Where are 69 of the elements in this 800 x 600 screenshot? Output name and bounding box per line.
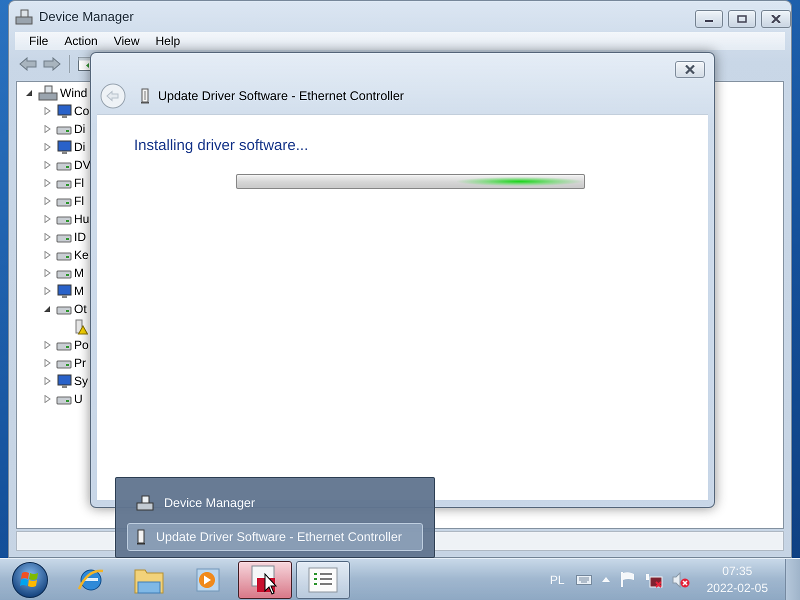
expand-arrow-icon[interactable] [44,395,50,403]
monitor-icon [56,283,72,299]
keyboard-icon[interactable] [576,574,592,584]
minimize-button[interactable] [695,10,723,28]
expand-arrow-icon[interactable] [44,107,50,115]
expand-arrow-icon[interactable] [44,377,50,385]
menu-item[interactable]: File [21,34,56,48]
tree-item[interactable]: Di [74,122,86,136]
expand-arrow-icon[interactable] [44,251,50,259]
expand-arrow-icon[interactable] [44,287,50,295]
close-button[interactable] [761,10,791,28]
tree-item[interactable]: Sy [74,374,88,388]
tree-item[interactable]: Fl [74,194,84,208]
computer-icon [38,85,58,101]
maximize-icon [737,15,747,23]
network-adapter-icon [136,529,146,545]
expand-arrow-icon[interactable] [44,359,50,367]
computer-icon [136,495,154,511]
tree-item[interactable]: Ot [74,302,87,316]
dialog-title: Update Driver Software - Ethernet Controller [158,89,404,103]
menu-item[interactable]: View [106,34,148,48]
expand-arrow-icon[interactable] [44,341,50,349]
expand-arrow-icon[interactable] [44,269,50,277]
taskbar-button[interactable] [238,560,292,598]
computer-icon [15,8,33,24]
back-arrow-icon[interactable] [19,57,37,71]
tree-item[interactable]: Ke [74,248,89,262]
expand-arrow-icon[interactable] [44,143,50,151]
menu-item[interactable]: Help [148,34,188,48]
list-icon [308,566,338,592]
up-arrow-icon[interactable] [600,576,611,583]
speaker-icon[interactable] [672,572,690,588]
network-adapter-icon [140,88,150,104]
flag-icon[interactable] [620,571,636,588]
tree-item[interactable]: U [74,392,83,406]
tree-item[interactable]: Wind [60,86,88,100]
forward-arrow-icon[interactable] [43,57,61,71]
tree-item[interactable]: Pr [74,356,86,370]
back-button[interactable] [100,83,126,109]
menu-item[interactable]: Action [56,34,106,48]
close-icon [771,15,781,23]
monitor-icon [56,103,72,119]
expand-arrow-icon[interactable] [44,215,50,223]
tree-item[interactable]: Fl [74,176,84,190]
tree-item[interactable]: M [74,266,84,280]
expand-arrow-icon[interactable] [44,161,50,169]
window-list-item[interactable]: Device Manager [127,489,423,517]
close-icon [684,65,696,74]
expand-arrow-icon[interactable] [44,197,50,205]
show-desktop-button[interactable] [785,559,800,600]
tree-item[interactable]: Di [74,140,86,154]
tree-item[interactable]: Hu [74,212,90,226]
maximize-button[interactable] [728,10,756,28]
expand-arrow-icon[interactable] [44,179,50,187]
status-heading: Installing driver software... [134,137,308,154]
monitor-icon [56,373,72,389]
tree-item[interactable]: DV [74,158,91,172]
start-button[interactable] [10,560,50,600]
tree-item[interactable]: ID [74,230,86,244]
close-button[interactable] [675,61,705,78]
collapse-arrow-icon[interactable] [44,305,50,313]
expand-arrow-icon[interactable] [44,125,50,133]
collapse-arrow-icon[interactable] [26,89,32,97]
window-title: Device Manager [39,9,134,24]
expand-arrow-icon[interactable] [44,233,50,241]
monitor-icon [56,139,72,155]
tree-item[interactable]: Po [74,338,89,352]
tree-item[interactable]: M [74,284,84,298]
tree-item[interactable]: Co [74,104,90,118]
